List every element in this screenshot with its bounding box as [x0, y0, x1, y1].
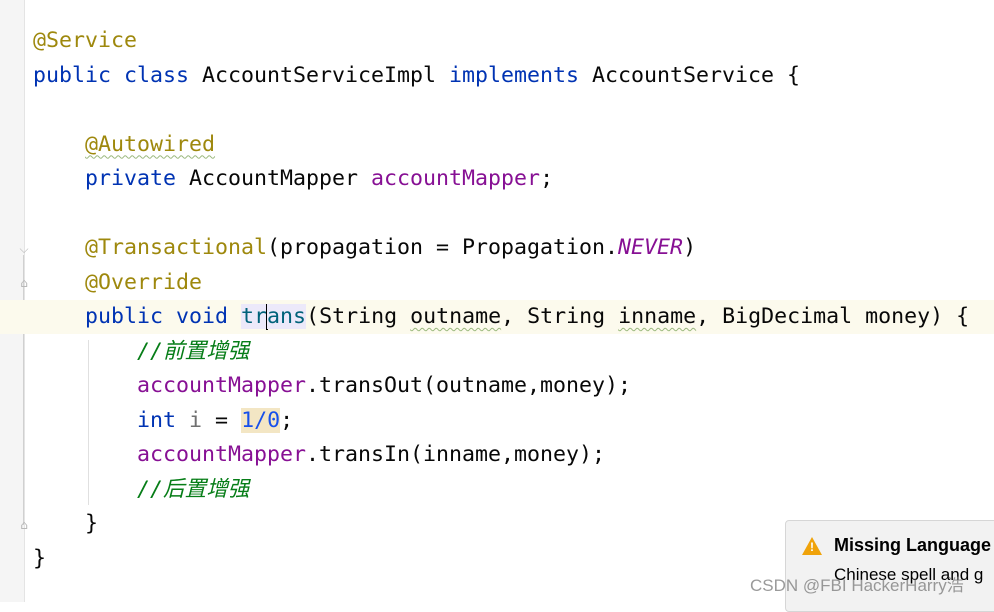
code-line[interactable]: int i = 1/0;	[33, 404, 969, 439]
code-token: ;	[540, 166, 554, 191]
code-token: .transOut(outname,money);	[306, 373, 632, 398]
code-token: AccountService {	[592, 62, 801, 88]
code-token: , String	[501, 304, 619, 329]
code-token: )	[683, 235, 697, 260]
code-token: i	[189, 407, 216, 433]
code-line[interactable]: private AccountMapper accountMapper;	[33, 162, 969, 197]
code-token: }	[33, 545, 47, 571]
fold-start-icon[interactable]: ⌵	[17, 242, 31, 256]
code-line[interactable]: public class AccountServiceImpl implemen…	[33, 59, 969, 94]
code-token: //后置增强	[137, 476, 250, 502]
code-token: (String	[306, 304, 411, 329]
code-editor[interactable]: @Service public class AccountServiceImpl …	[33, 24, 969, 576]
code-token: , BigDecimal money) {	[696, 304, 970, 329]
warning-icon: !	[802, 537, 822, 555]
code-token: accountMapper	[371, 166, 541, 191]
code-line[interactable]: //前置增强	[33, 335, 969, 370]
code-token: //前置增强	[137, 338, 250, 364]
code-token: .transIn(inname,money);	[306, 442, 606, 467]
code-line[interactable]: accountMapper.transIn(inname,money);	[33, 438, 969, 473]
code-line[interactable]: public void trans(String outname, String…	[33, 300, 969, 335]
code-token: AccountServiceImpl	[202, 62, 450, 88]
code-token: tr	[241, 304, 268, 329]
fold-end-icon[interactable]: ⌂	[17, 276, 31, 290]
code-token: int	[137, 407, 190, 433]
code-token: =	[215, 407, 242, 433]
code-token: public class	[33, 62, 203, 88]
code-line[interactable]: @Override	[33, 266, 969, 301]
code-line[interactable]: accountMapper.transOut(outname,money);	[33, 369, 969, 404]
code-token: private	[85, 166, 190, 191]
code-line[interactable]: @Autowired	[33, 128, 969, 163]
code-line[interactable]: @Service	[33, 24, 969, 59]
code-token: @Override	[85, 269, 203, 295]
code-token: implements	[449, 62, 593, 88]
fold-line	[23, 255, 24, 525]
code-token: @Transactional	[85, 235, 268, 260]
code-line[interactable]: //后置增强	[33, 473, 969, 508]
code-token: public void	[85, 304, 242, 329]
watermark: CSDN @FBI HackerHarry浩	[750, 576, 964, 595]
code-token: ;	[280, 407, 294, 433]
code-token: inname	[618, 304, 697, 329]
code-line[interactable]	[33, 197, 969, 232]
code-token: ans	[267, 304, 307, 329]
code-token: @Autowired	[85, 131, 216, 157]
code-token: 1/0	[241, 407, 281, 433]
code-token: AccountMapper	[189, 166, 372, 191]
code-token: (propagation = Propagation.	[267, 235, 619, 260]
code-token: accountMapper	[137, 373, 307, 398]
code-token: NEVER	[618, 235, 684, 260]
code-token: accountMapper	[137, 442, 307, 467]
code-line[interactable]	[33, 93, 969, 128]
code-token: @Service	[33, 28, 138, 53]
missing-language-notification[interactable]: ! Missing Language Chinese spell and g	[785, 520, 994, 612]
code-token: outname	[410, 304, 502, 329]
code-token: }	[85, 511, 99, 536]
notification-title: Missing Language	[834, 535, 992, 555]
code-line[interactable]: @Transactional(propagation = Propagation…	[33, 231, 969, 266]
fold-end-icon[interactable]: ⌂	[17, 518, 31, 532]
